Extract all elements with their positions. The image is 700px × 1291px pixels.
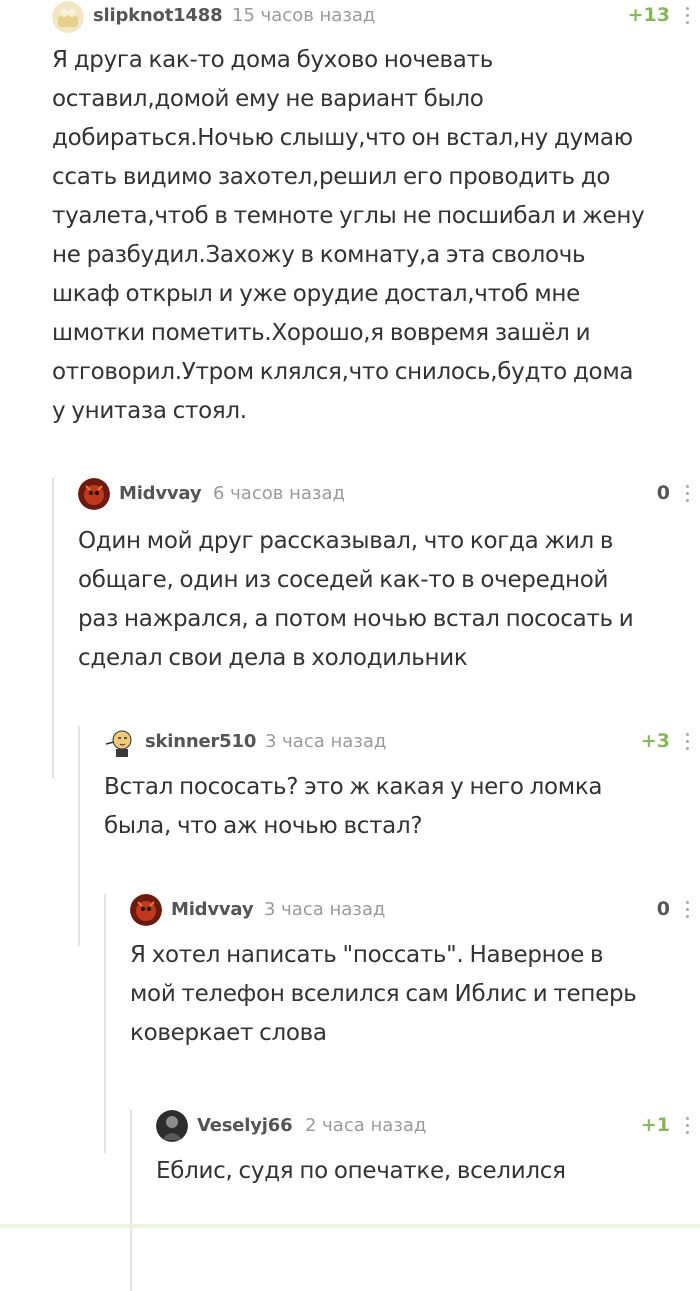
avatar[interactable] [78,478,110,510]
text-line: коверкает слова [130,1020,327,1046]
more-vertical-icon[interactable] [680,897,694,921]
thread-line[interactable] [52,478,54,778]
comment-header: Veselyj66 2 часа назад +1 [130,1110,700,1142]
comment-header: slipknot1488 15 часов назад +13 [0,0,700,33]
timestamp: 15 часов назад [232,5,376,26]
text-line: шкаф открыл и уже орудие достал,чтоб мне [52,281,581,307]
text-line: Я хотел написать "поссать". Наверное в [130,942,604,968]
comment: Midvvay 3 часа назад 0 Я хотел написать … [104,894,700,1153]
more-vertical-icon[interactable] [680,1113,694,1137]
text-line: Еблис, судя по опечатке, вселился [156,1158,566,1184]
rating: +3 [640,730,670,752]
text-line: добираться.Ночью слышу,что он встал,ну д… [52,125,633,151]
author-name[interactable]: Midvvay [119,483,202,504]
comment-text: Встал пососать? это ж какая у него ломка… [104,758,700,846]
comment-header: Midvvay 3 часа назад 0 [104,894,700,926]
comment-text: Один мой друг рассказывал, что когда жил… [78,510,700,678]
rating: 0 [656,898,670,920]
text-line: общаге, один из соседей как-то в очередн… [78,567,609,593]
text-line: Один мой друг рассказывал, что когда жил… [78,528,614,554]
rating: 0 [656,482,670,504]
text-line: отговорил.Утром клялся,что снилось,будто… [52,359,634,385]
avatar[interactable] [156,1110,188,1142]
rating: +13 [627,4,670,26]
author-name[interactable]: slipknot1488 [93,5,223,26]
timestamp: 3 часа назад [265,731,387,752]
text-line: Встал пососать? это ж какая у него ломка [104,774,603,800]
timestamp: 6 часов назад [213,483,345,504]
text-line: туалета,чтоб в темноте углы не посшибал … [52,203,645,229]
more-vertical-icon[interactable] [680,481,694,505]
comment-header: skinner510 3 часа назад +3 [78,726,700,758]
text-line: не разбудил.Захожу в комнату,а эта своло… [52,242,586,268]
text-line: шмотки пометить.Хорошо,я вовремя зашёл и [52,320,591,346]
author-name[interactable]: Veselyj66 [197,1115,293,1136]
avatar[interactable] [52,1,84,33]
timestamp: 2 часа назад [305,1115,427,1136]
bottom-bar [0,1224,700,1228]
avatar[interactable] [130,894,162,926]
comment: slipknot1488 15 часов назад +13 Я друга … [0,0,700,431]
comment-text: Я друга как-то дома бухово ночевать оста… [52,32,700,431]
thread-line[interactable] [104,894,106,1153]
comment-text: Я хотел написать "поссать". Наверное в м… [130,926,700,1053]
text-line: была, что аж ночью встал? [104,813,423,839]
comment-header: Midvvay 6 часов назад 0 [52,478,700,510]
more-vertical-icon[interactable] [680,729,694,753]
text-line: раз нажрался, а потом ночью встал пососа… [78,606,634,632]
text-line: мой телефон вселился сам Иблис и теперь [130,981,637,1007]
rating: +1 [640,1114,670,1136]
text-line: ссать видимо захотел,решил его проводить… [52,164,611,190]
comment-text: Еблис, судя по опечатке, вселился [156,1142,700,1191]
author-name[interactable]: Midvvay [171,899,254,920]
comment: Veselyj66 2 часа назад +1 Еблис, судя по… [130,1110,700,1291]
more-vertical-icon[interactable] [680,3,694,27]
comment: skinner510 3 часа назад +3 Встал пососат… [78,726,700,946]
text-line: Я друга как-то дома бухово ночевать [52,47,493,73]
text-line: сделал свои дела в холодильник [78,645,468,671]
avatar[interactable] [104,726,136,758]
text-line: у унитаза стоял. [52,398,247,424]
thread-line[interactable] [78,726,80,946]
comment: Midvvay 6 часов назад 0 Один мой друг ра… [52,478,700,778]
author-name[interactable]: skinner510 [145,731,256,752]
text-line: оставил,домой ему не вариант было [52,86,484,112]
timestamp: 3 часа назад [264,899,386,920]
